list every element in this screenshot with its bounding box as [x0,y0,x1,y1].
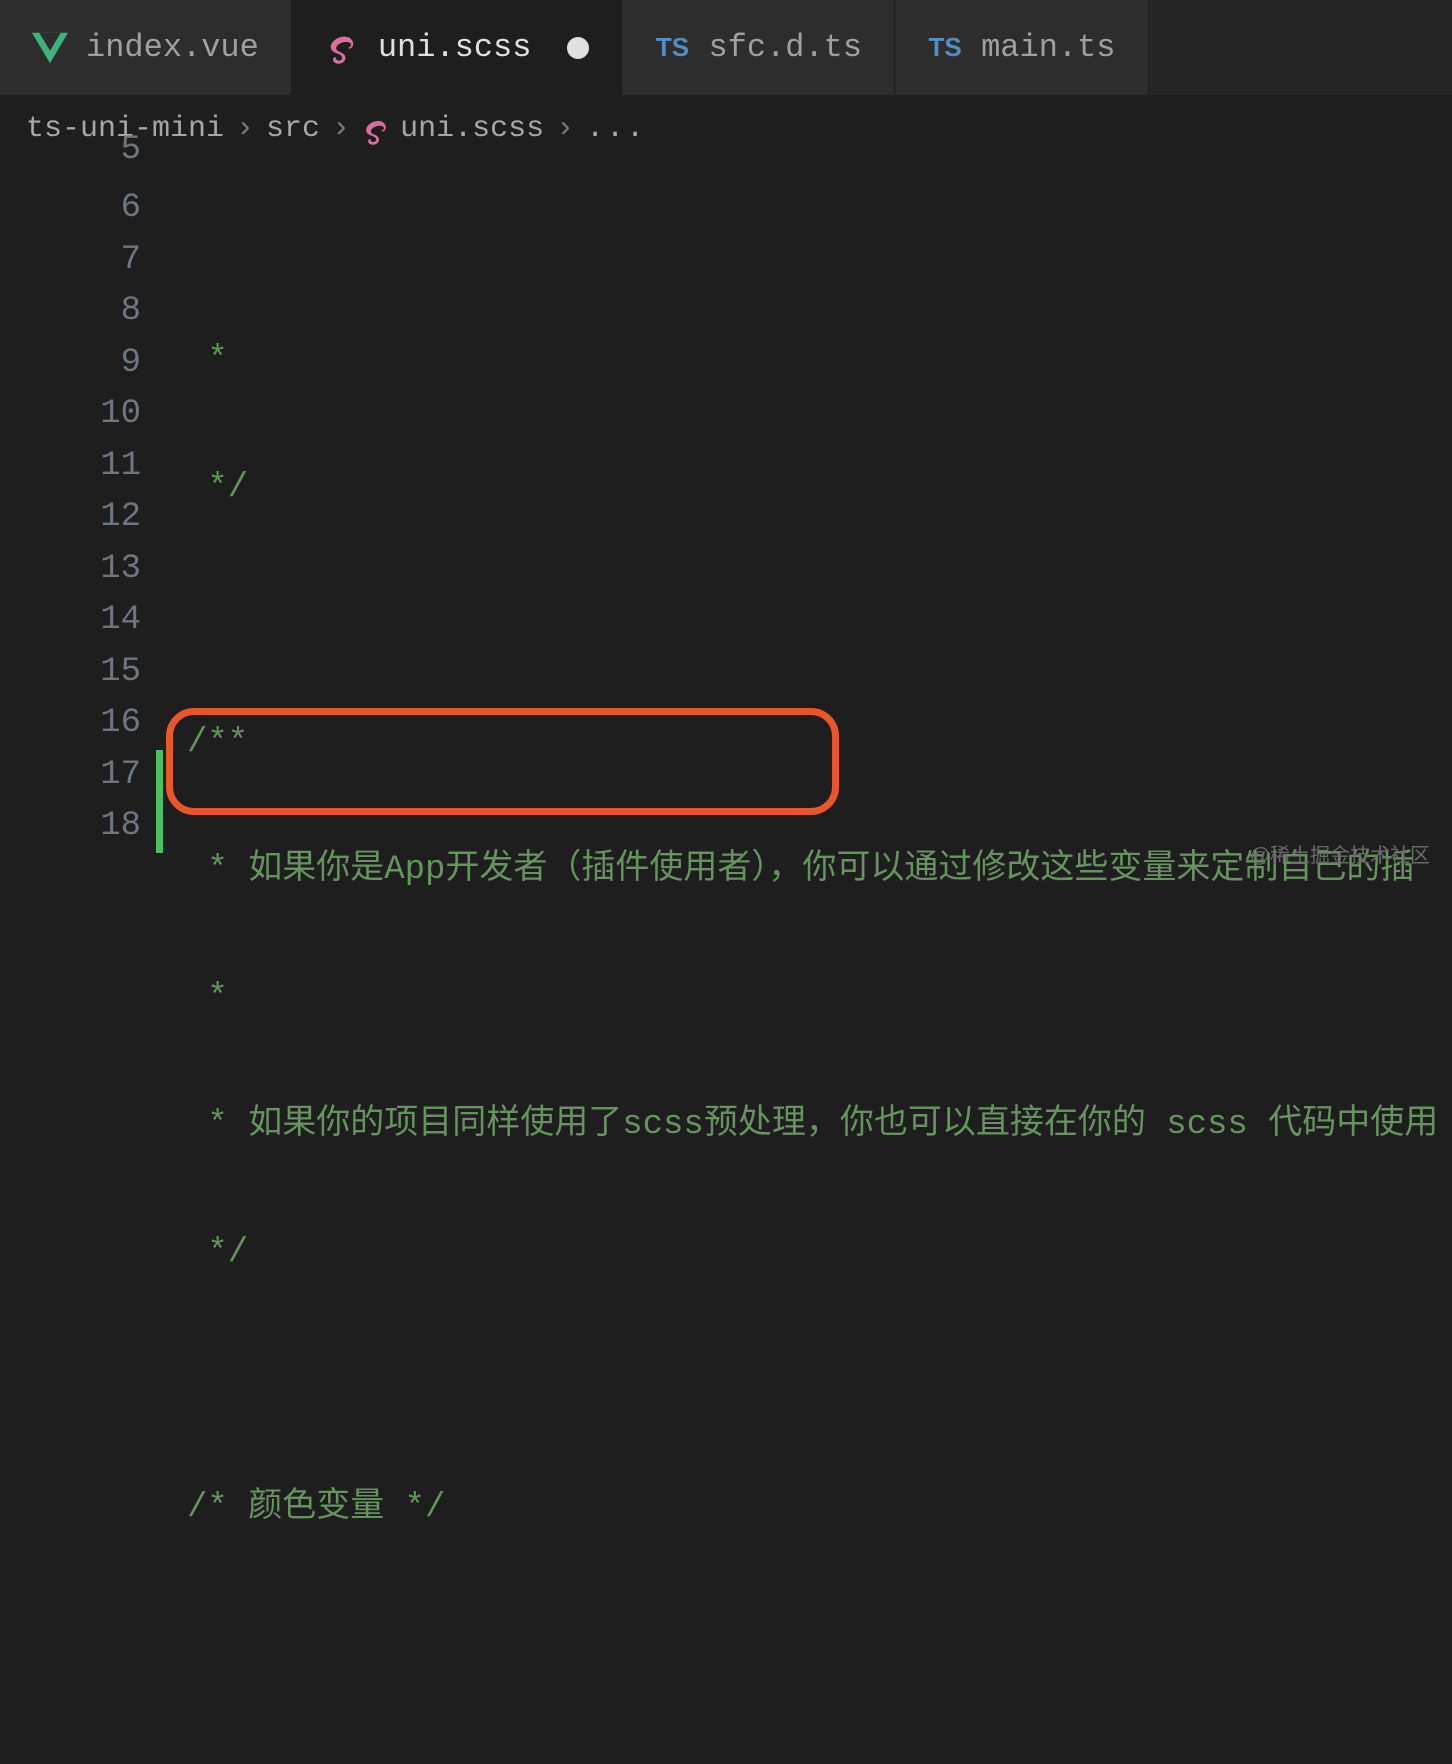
tab-label: index.vue [86,29,259,66]
tab-modified-dot [567,37,589,59]
chevron-right-icon: › [330,112,352,146]
tab-index-vue[interactable]: index.vue [0,0,292,95]
code-line: /** [155,718,1452,770]
code-area[interactable]: * 如果你是插件开发者，建议你使用scss预处理，并在插件代码中直接使用这些 *… [155,163,1452,882]
line-number: 17 [0,750,141,802]
line-number: 12 [0,492,141,544]
code-line: /* 颜色变量 */ [155,1483,1452,1535]
line-number: 10 [0,389,141,441]
scss-icon [324,30,360,66]
tab-label: main.ts [981,29,1115,66]
code-line: */ [155,1228,1452,1280]
code-line: * [155,335,1452,387]
vue-icon [32,30,68,66]
breadcrumb-item[interactable]: src [266,112,320,146]
code-editor[interactable]: 5 6 7 8 9 10 11 12 13 14 15 16 17 18 * 如… [0,163,1452,882]
line-number: 9 [0,338,141,390]
line-number-gutter: 5 6 7 8 9 10 11 12 13 14 15 16 17 18 [0,163,155,882]
chevron-right-icon: › [554,112,576,146]
code-line [155,590,1452,642]
line-number: 16 [0,698,141,750]
tab-label: sfc.d.ts [708,29,862,66]
line-number: 18 [0,801,141,853]
ts-icon: TS [927,30,963,66]
breadcrumb-ellipsis[interactable]: ... [586,112,646,146]
code-line [155,1355,1452,1407]
ts-icon: TS [654,30,690,66]
tab-main-ts[interactable]: TS main.ts [895,0,1148,95]
tab-sfc-d-ts[interactable]: TS sfc.d.ts [622,0,895,95]
tab-uni-scss[interactable]: uni.scss [292,0,623,95]
scss-icon [362,115,390,143]
line-number: 6 [0,183,141,235]
line-number: 8 [0,286,141,338]
tab-bar: index.vue uni.scss TS sfc.d.ts TS main.t… [0,0,1452,95]
breadcrumb-item[interactable]: uni.scss [362,112,544,146]
code-line [155,1610,1452,1662]
code-line: @import 'uview-ui/theme.scss';You, a few… [155,1738,1452,1764]
tab-label: uni.scss [378,29,532,66]
code-line: */ [155,463,1452,515]
line-number: 14 [0,595,141,647]
line-number: 11 [0,441,141,493]
breadcrumb: ts-uni-mini › src › uni.scss › ... [0,95,1452,163]
watermark: @稀土掘金技术社区 [1250,839,1430,868]
line-number: 7 [0,235,141,287]
line-number: 15 [0,647,141,699]
line-number: 13 [0,544,141,596]
code-line: * [155,973,1452,1025]
code-line: * 如果你的项目同样使用了scss预处理，你也可以直接在你的 scss 代码中使… [155,1100,1452,1152]
code-line: * 如果你是插件开发者，建议你使用scss预处理，并在插件代码中直接使用这些 [155,239,1452,259]
chevron-right-icon: › [234,112,256,146]
